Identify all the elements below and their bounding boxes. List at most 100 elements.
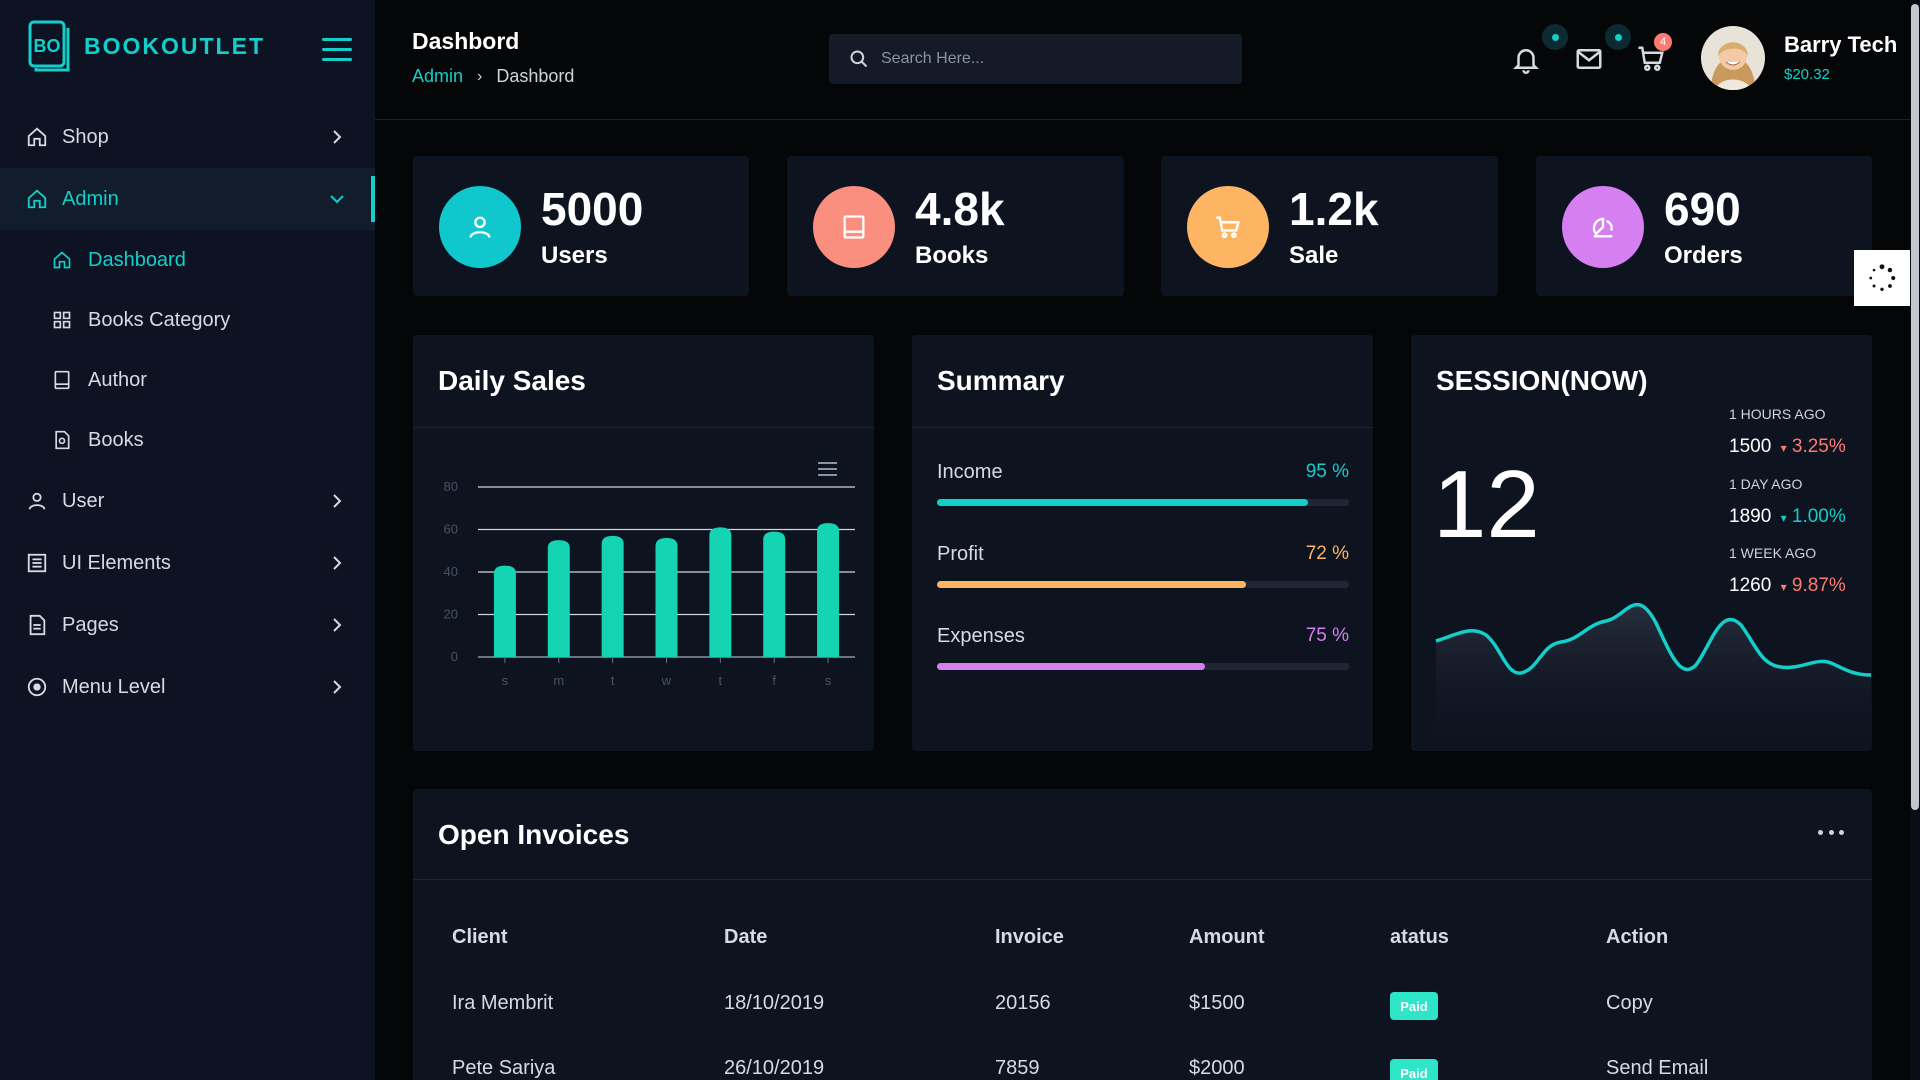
progress-fill	[937, 663, 1205, 670]
hamburger-line	[322, 48, 352, 51]
status-badge: Paid	[1390, 1059, 1438, 1080]
menu-toggle-button[interactable]	[322, 38, 352, 64]
user-icon	[469, 216, 491, 238]
sidebar-subitem-label: Dashboard	[88, 248, 186, 271]
cell-date: 26/10/2019	[724, 1057, 825, 1079]
grid-icon	[52, 310, 72, 330]
stat-card-orders: 690 Orders	[1536, 156, 1872, 296]
avatar[interactable]	[1701, 26, 1765, 90]
y-tick-label: 40	[444, 564, 458, 579]
summary-percent: 95 %	[1305, 461, 1349, 482]
sidebar-item-label: Admin	[62, 187, 119, 210]
dot	[1839, 829, 1844, 835]
breadcrumb-separator: ›	[477, 67, 483, 85]
bar	[763, 531, 786, 657]
chevron-right-icon	[333, 618, 342, 632]
message-dot	[1605, 24, 1631, 50]
stat-value: 5000	[541, 183, 644, 235]
cell-invoice: 7859	[995, 1057, 1040, 1079]
mail-icon[interactable]	[1574, 44, 1604, 74]
book-icon	[52, 370, 72, 390]
sidebar-item-user[interactable]: User	[0, 470, 375, 532]
bar	[601, 535, 624, 657]
cell-client: Ira Membrit	[452, 992, 554, 1014]
stat-icon-circle	[1187, 186, 1269, 268]
page-title: Dashbord	[412, 28, 520, 54]
cell-client: Pete Sariya	[452, 1057, 556, 1079]
sidebar: BO BOOKOUTLET Shop Admin Dashboard Books…	[0, 0, 375, 1080]
column-header-client: Client	[452, 926, 508, 948]
column-header-invoice: Invoice	[995, 926, 1064, 948]
page-scrollbar[interactable]	[1910, 0, 1920, 1080]
daily-sales-chart: 0 20 40 60 80 s m t w t f s	[444, 462, 855, 688]
column-header-status: atatus	[1390, 926, 1449, 948]
sidebar-subitem-dashboard[interactable]: Dashboard	[0, 230, 375, 290]
more-options-button[interactable]	[1818, 827, 1844, 837]
scrollbar-thumb[interactable]	[1911, 4, 1919, 810]
settings-spinner-button[interactable]	[1854, 250, 1910, 306]
action-link[interactable]: Send Email	[1606, 1057, 1708, 1080]
svg-text:BO: BO	[34, 36, 61, 56]
search-box[interactable]	[829, 34, 1242, 84]
breadcrumb-link-admin[interactable]: Admin	[412, 66, 463, 87]
chevron-right-icon	[333, 556, 342, 570]
summary-label: Expenses	[937, 625, 1025, 647]
x-tick-label: f	[772, 673, 776, 688]
bell-icon[interactable]	[1511, 44, 1541, 74]
avatar-image	[1701, 26, 1765, 90]
chevron-right-icon	[333, 680, 342, 694]
cell-amount: $2000	[1189, 1057, 1245, 1079]
stat-label: Users	[541, 242, 608, 269]
breadcrumb: Admin › Dashbord	[412, 66, 574, 87]
progress-track	[937, 581, 1349, 588]
sidebar-item-label: Shop	[62, 125, 109, 148]
sidebar-subitem-author[interactable]: Author	[0, 350, 375, 410]
chart-menu-icon[interactable]	[818, 462, 837, 476]
sidebar-item-menu-level[interactable]: Menu Level	[0, 656, 375, 718]
stat-icon-circle	[813, 186, 895, 268]
stat-value: 690	[1664, 183, 1741, 235]
user-name: Barry Tech	[1784, 32, 1898, 57]
sidebar-subitem-label: Books Category	[88, 308, 231, 331]
cart-icon[interactable]	[1636, 44, 1666, 74]
column-header-date: Date	[724, 926, 768, 948]
sidebar-item-ui-elements[interactable]: UI Elements	[0, 532, 375, 594]
sidebar-subitem-label: Author	[88, 368, 147, 391]
brand-logo-icon: BO	[28, 20, 70, 72]
sidebar-item-pages[interactable]: Pages	[0, 594, 375, 656]
dot	[1818, 829, 1823, 835]
stat-value: 4.8k	[915, 183, 1005, 235]
daily-sales-card: Daily Sales 0 20 40 60 80 s m t w t f s	[413, 335, 874, 751]
action-link[interactable]: Copy	[1606, 992, 1653, 1015]
stat-card-users: 5000 Users	[413, 156, 749, 296]
summary-label: Profit	[937, 543, 984, 565]
x-tick-label: t	[719, 673, 723, 688]
cell-date: 18/10/2019	[724, 992, 825, 1014]
sidebar-item-shop[interactable]: Shop	[0, 106, 375, 168]
sidebar-item-label: UI Elements	[62, 551, 171, 574]
brand[interactable]: BO BOOKOUTLET	[28, 20, 265, 72]
book-icon	[843, 215, 865, 239]
summary-label: Income	[937, 461, 1003, 483]
card-title: Summary	[937, 365, 1065, 396]
summary-percent: 72 %	[1305, 543, 1349, 564]
sidebar-subitem-books-category[interactable]: Books Category	[0, 290, 375, 350]
stat-label: Books	[915, 242, 989, 269]
column-header-amount: Amount	[1189, 926, 1265, 948]
breadcrumb-current: Dashbord	[496, 66, 575, 86]
search-input[interactable]	[881, 50, 1221, 68]
home-icon	[26, 188, 48, 210]
search-icon	[850, 50, 868, 68]
bar	[655, 538, 678, 657]
chevron-down-icon	[330, 195, 344, 204]
x-tick-label: w	[661, 673, 672, 688]
sidebar-item-label: Menu Level	[62, 675, 166, 698]
sidebar-item-admin[interactable]: Admin	[0, 168, 375, 230]
chevron-right-icon	[333, 130, 342, 144]
x-tick-label: t	[611, 673, 615, 688]
session-sparkline	[1435, 602, 1872, 751]
sidebar-subitem-books[interactable]: Books	[0, 410, 375, 470]
summary-row-expenses: Expenses 75 %	[937, 625, 1349, 670]
progress-track	[937, 499, 1349, 506]
hamburger-line	[322, 58, 352, 61]
